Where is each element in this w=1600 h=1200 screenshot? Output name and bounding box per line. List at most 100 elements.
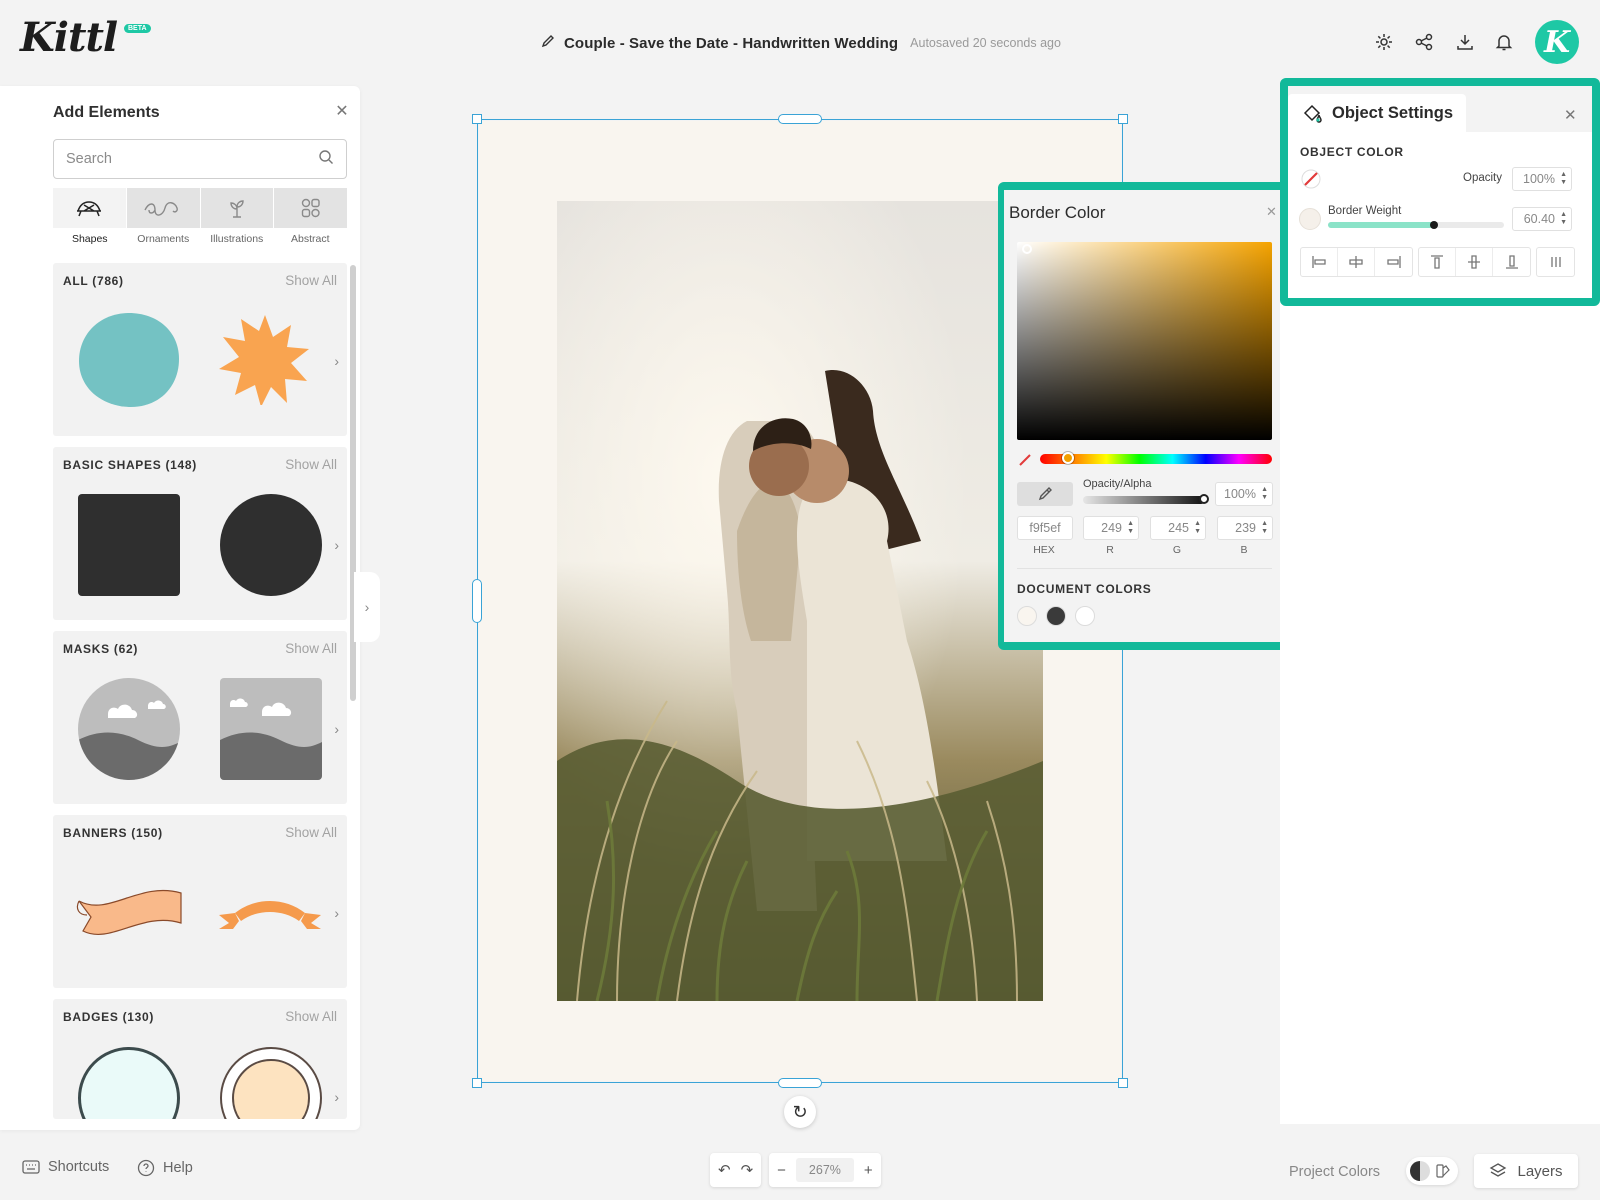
hex-input[interactable]: f9f5ef [1017, 516, 1073, 540]
starburst-shape[interactable] [219, 313, 311, 405]
color-swatch[interactable] [1046, 606, 1066, 626]
resize-handle-tl[interactable] [472, 114, 482, 124]
stepper-icon[interactable]: ▲ ▼ [1127, 520, 1134, 536]
circle-mask-shape[interactable] [78, 678, 180, 780]
square-shape[interactable] [78, 494, 180, 596]
resize-handle-left[interactable] [472, 579, 482, 623]
download-icon[interactable] [1453, 30, 1477, 54]
section-title: BASIC SHAPES (148) [63, 458, 197, 472]
document-title-bar: Couple - Save the Date - Handwritten Wed… [540, 31, 1061, 55]
section-title: BADGES (130) [63, 1010, 155, 1024]
close-icon[interactable]: ✕ [1266, 204, 1277, 220]
shortcuts-button[interactable]: Shortcuts [22, 1159, 109, 1175]
hue-slider-knob[interactable] [1062, 452, 1074, 464]
user-avatar[interactable]: K [1535, 20, 1579, 64]
keyboard-icon [22, 1160, 40, 1174]
alpha-input[interactable]: 100% ▲ ▼ [1215, 482, 1273, 506]
autosave-status: Autosaved 20 seconds ago [910, 36, 1061, 50]
alpha-label: Opacity/Alpha [1083, 478, 1152, 490]
close-icon[interactable]: ✕ [334, 104, 350, 120]
resize-handle-tr[interactable] [1118, 114, 1128, 124]
hue-slider[interactable] [1040, 454, 1272, 464]
bell-icon[interactable] [1492, 30, 1516, 54]
tab-label[interactable]: Abstract [274, 233, 348, 245]
picker-cursor[interactable] [1022, 244, 1032, 254]
tab-ornaments[interactable] [126, 188, 200, 228]
border-color-title: Border Color [1009, 203, 1106, 222]
stepper-icon[interactable]: ▲ ▼ [1194, 520, 1201, 536]
history-controls: ↶ ↷ [710, 1153, 762, 1187]
chevron-right-icon[interactable]: › [334, 905, 339, 921]
layers-button[interactable]: Layers [1474, 1154, 1578, 1188]
eyedropper-button[interactable] [1017, 482, 1073, 506]
tab-label[interactable]: Shapes [53, 233, 127, 245]
section-title: ALL (786) [63, 274, 124, 288]
circle-shape[interactable] [220, 494, 322, 596]
curved-banner-shape[interactable] [217, 891, 323, 935]
palette-icon [1436, 1164, 1450, 1178]
project-colors-label[interactable]: Project Colors [1289, 1164, 1380, 1180]
show-all-link[interactable]: Show All [285, 1009, 337, 1024]
green-value: 245 [1168, 521, 1189, 535]
show-all-link[interactable]: Show All [285, 273, 337, 288]
hex-label: HEX [1033, 544, 1055, 556]
rotate-icon[interactable]: ↻ [784, 1096, 816, 1128]
zoom-level[interactable]: 267% [795, 1158, 854, 1182]
undo-icon[interactable]: ↶ [718, 1161, 731, 1179]
stepper-icon[interactable]: ▲ ▼ [1261, 520, 1268, 536]
zoom-controls: ↶ ↷ − 267% + [710, 1153, 881, 1187]
saturation-value-picker[interactable] [1017, 242, 1272, 440]
color-swatch[interactable] [1017, 606, 1037, 626]
search-field[interactable] [53, 139, 347, 179]
tab-label[interactable]: Ornaments [127, 233, 201, 245]
ribbon-banner-shape[interactable] [75, 881, 185, 945]
add-elements-title: Add Elements [53, 104, 160, 121]
square-mask-shape[interactable] [220, 678, 322, 780]
gear-icon[interactable] [1372, 30, 1396, 54]
help-icon [137, 1159, 155, 1177]
zoom-out-icon[interactable]: − [777, 1162, 786, 1179]
help-button[interactable]: Help [137, 1159, 193, 1177]
chevron-right-icon[interactable]: › [334, 353, 339, 369]
layers-icon [1490, 1163, 1507, 1177]
document-title[interactable]: Couple - Save the Date - Handwritten Wed… [564, 35, 898, 52]
shapes-icon [77, 201, 102, 217]
share-icon[interactable] [1412, 30, 1436, 54]
pencil-icon[interactable] [540, 33, 556, 54]
tab-abstract[interactable] [274, 188, 347, 228]
collapse-panel-button[interactable]: › [354, 572, 380, 642]
resize-handle-bl[interactable] [472, 1078, 482, 1088]
blob-shape[interactable] [77, 311, 181, 409]
chevron-right-icon[interactable]: › [334, 721, 339, 737]
search-icon[interactable] [318, 149, 334, 170]
green-input[interactable]: 245 ▲ ▼ [1150, 516, 1206, 540]
tab-label[interactable]: Illustrations [200, 233, 274, 245]
redo-icon[interactable]: ↷ [741, 1161, 754, 1179]
stepper-icon[interactable]: ▲ ▼ [1261, 486, 1268, 502]
alpha-slider[interactable] [1083, 496, 1205, 504]
color-swatch[interactable] [1075, 606, 1095, 626]
tab-shapes[interactable] [53, 188, 126, 228]
resize-handle-br[interactable] [1118, 1078, 1128, 1088]
resize-handle-top[interactable] [778, 114, 822, 124]
alpha-slider-knob[interactable] [1199, 494, 1209, 504]
shortcuts-label: Shortcuts [48, 1159, 110, 1175]
r-label: R [1106, 544, 1114, 556]
blue-input[interactable]: 239 ▲ ▼ [1217, 516, 1273, 540]
tab-illustrations[interactable] [200, 188, 274, 228]
badge-circle-shape[interactable] [78, 1047, 180, 1119]
resize-handle-bottom[interactable] [778, 1078, 822, 1088]
red-input[interactable]: 249 ▲ ▼ [1083, 516, 1139, 540]
chevron-right-icon[interactable]: › [334, 537, 339, 553]
project-colors-toggle[interactable] [1406, 1157, 1458, 1185]
chevron-right-icon[interactable]: › [334, 1089, 339, 1105]
show-all-link[interactable]: Show All [285, 457, 337, 472]
kittl-logo[interactable]: Kittl BETA [20, 14, 160, 64]
no-color-icon[interactable] [1018, 453, 1032, 467]
show-all-link[interactable]: Show All [285, 641, 337, 656]
badge-ring-shape[interactable] [220, 1047, 322, 1119]
zoom-in-icon[interactable]: + [864, 1162, 873, 1179]
search-input[interactable] [66, 151, 318, 167]
show-all-link[interactable]: Show All [285, 825, 337, 840]
divider [1017, 568, 1272, 569]
